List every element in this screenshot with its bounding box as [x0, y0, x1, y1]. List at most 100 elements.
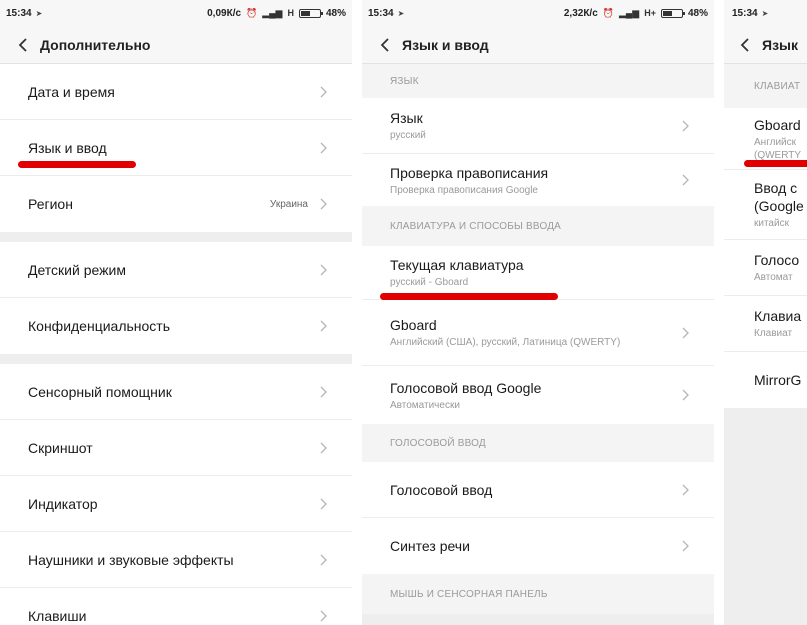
item-label: Клавиши [28, 608, 87, 624]
item-label: Ввод с [754, 180, 798, 196]
list-item-headphones[interactable]: Наушники и звуковые эффекты [0, 532, 352, 588]
status-time: 15:34 [732, 7, 758, 19]
list-item-current-keyboard[interactable]: Текущая клавиатура русский - Gboard [362, 246, 714, 300]
list-item-buttons[interactable]: Клавиши [0, 588, 352, 625]
navigation-arrow-icon: ➤ [35, 8, 43, 18]
status-network-type: H+ [644, 8, 656, 18]
battery-icon [298, 8, 323, 18]
section-header-language: ЯЗЫК [362, 64, 714, 98]
item-subtitle: Английск [754, 136, 797, 148]
title-bar: Язык [724, 26, 807, 64]
list-item-keyboard[interactable]: Клавиа Клавиат [724, 296, 807, 352]
status-net-speed: 2,32К/с [563, 7, 598, 19]
chevron-right-icon [318, 263, 328, 277]
item-label: Сенсорный помощник [28, 383, 172, 400]
item-label: Дата и время [28, 83, 115, 100]
item-label: Gboard [390, 317, 437, 333]
screen-language-input: 15:34 ➤ 2,32К/с ⏰ ▂▄▆ H+ 48% Язык и ввод… [362, 0, 714, 625]
list-item-language-input[interactable]: Язык и ввод [0, 120, 352, 176]
list-item-date-time[interactable]: Дата и время [0, 64, 352, 120]
settings-group: Сенсорный помощник Скриншот Индикатор На… [0, 364, 352, 625]
battery-percent: 48% [325, 7, 346, 19]
signal-icon: ▂▄▆ [618, 7, 640, 18]
chevron-right-icon [318, 497, 328, 511]
item-subtitle: русский [390, 130, 426, 141]
group-divider [0, 232, 352, 242]
item-label: Клавиа [754, 308, 802, 324]
list-item-gboard[interactable]: Gboard Английск (QWERTY [724, 108, 807, 170]
status-bar: 15:34 ➤ 0,09К/с ⏰ ▂▄▆ H 48% [0, 0, 352, 26]
chevron-right-icon [318, 441, 328, 455]
item-label: Голосо [754, 252, 800, 268]
item-label: Синтез речи [390, 538, 470, 554]
list-item-screenshot[interactable]: Скриншот [0, 420, 352, 476]
screen-advanced-settings: 15:34 ➤ 0,09К/с ⏰ ▂▄▆ H 48% Дополнительн… [0, 0, 352, 625]
list-item-region[interactable]: Регион Украина [0, 176, 352, 232]
item-label: Текущая клавиатура [390, 257, 524, 273]
item-label: Скриншот [28, 439, 93, 456]
list-item-indicator[interactable]: Индикатор [0, 476, 352, 532]
back-arrow-icon[interactable] [12, 34, 34, 56]
page-title: Дополнительно [40, 36, 151, 53]
item-subtitle: китайск [754, 218, 789, 229]
section-header-keyboards: КЛАВИАТУРА И СПОСОБЫ ВВОДА [362, 206, 714, 246]
status-bar: 15:34 ➤ [724, 0, 807, 26]
list-item-gboard[interactable]: Gboard Английский (США), русский, Латини… [362, 300, 714, 366]
item-label: Индикатор [28, 495, 98, 512]
item-subtitle: русский - Gboard [390, 277, 469, 288]
list-item-privacy[interactable]: Конфиденциальность [0, 298, 352, 354]
item-label: Проверка правописания [390, 164, 549, 181]
chevron-right-icon [318, 553, 328, 567]
list-item-touch-assistant[interactable]: Сенсорный помощник [0, 364, 352, 420]
status-bar: 15:34 ➤ 2,32К/с ⏰ ▂▄▆ H+ 48% [362, 0, 714, 26]
item-subtitle: Проверка правописания Google [390, 184, 538, 196]
list-item-language[interactable]: Язык русский [362, 98, 714, 154]
item-subtitle: Английский (США), русский, Латиница (QWE… [390, 337, 621, 348]
list-item-voice-input[interactable]: Голосовой ввод [362, 462, 714, 518]
item-label: MirrorG [754, 372, 802, 388]
item-label: Голосовой ввод [390, 481, 493, 498]
item-label: Голосовой ввод Google [390, 379, 542, 396]
chevron-right-icon [318, 385, 328, 399]
list-item-google-pinyin[interactable]: Ввод с (Google китайск [724, 170, 807, 240]
back-arrow-icon[interactable] [374, 34, 396, 56]
chevron-right-icon [680, 119, 690, 133]
item-value: Украина [269, 198, 308, 210]
status-time: 15:34 [6, 7, 32, 19]
item-subtitle: Автомат [754, 272, 793, 283]
item-label: (Google [754, 198, 804, 214]
list-item-voice[interactable]: Голосо Автомат [724, 240, 807, 296]
status-net-speed: 0,09К/с [207, 7, 242, 19]
list-item-mirrorgo[interactable]: MirrorG [724, 352, 807, 408]
navigation-arrow-icon: ➤ [397, 8, 405, 18]
item-subtitle: Клавиат [754, 328, 793, 339]
chevron-right-icon [680, 483, 690, 497]
group-divider [0, 354, 352, 364]
settings-group: Голосовой ввод Синтез речи [362, 462, 714, 574]
signal-icon: ▂▄▆ [262, 7, 283, 18]
item-label: Регион [28, 196, 73, 212]
settings-group: Gboard Английск (QWERTY Ввод с (Google к… [724, 108, 807, 408]
list-item-kids-mode[interactable]: Детский режим [0, 242, 352, 298]
status-time: 15:34 [368, 7, 394, 19]
item-label: Gboard [754, 116, 801, 133]
screen-language-cropped: 15:34 ➤ Язык КЛАВИАТ Gboard Английск (QW… [724, 0, 807, 625]
list-item-tts[interactable]: Синтез речи [362, 518, 714, 574]
item-label: Язык и ввод [28, 139, 107, 156]
alarm-icon: ⏰ [602, 7, 614, 18]
chevron-right-icon [318, 609, 328, 623]
back-arrow-icon[interactable] [734, 34, 756, 56]
chevron-right-icon [680, 326, 690, 340]
status-network-type: H [287, 8, 294, 18]
list-item-google-voice[interactable]: Голосовой ввод Google Автоматически [362, 366, 714, 424]
red-highlight-underline [18, 161, 136, 168]
page-title: Язык [762, 36, 798, 53]
red-highlight-underline [380, 293, 558, 300]
item-label: Конфиденциальность [28, 318, 171, 334]
chevron-right-icon [318, 141, 328, 155]
section-header-voice: ГОЛОСОВОЙ ВВОД [362, 424, 714, 462]
chevron-right-icon [318, 197, 328, 211]
title-bar: Язык и ввод [362, 26, 714, 64]
list-item-spellcheck[interactable]: Проверка правописания Проверка правописа… [362, 154, 714, 206]
section-header-mouse: МЫШЬ И СЕНСОРНАЯ ПАНЕЛЬ [362, 574, 714, 614]
